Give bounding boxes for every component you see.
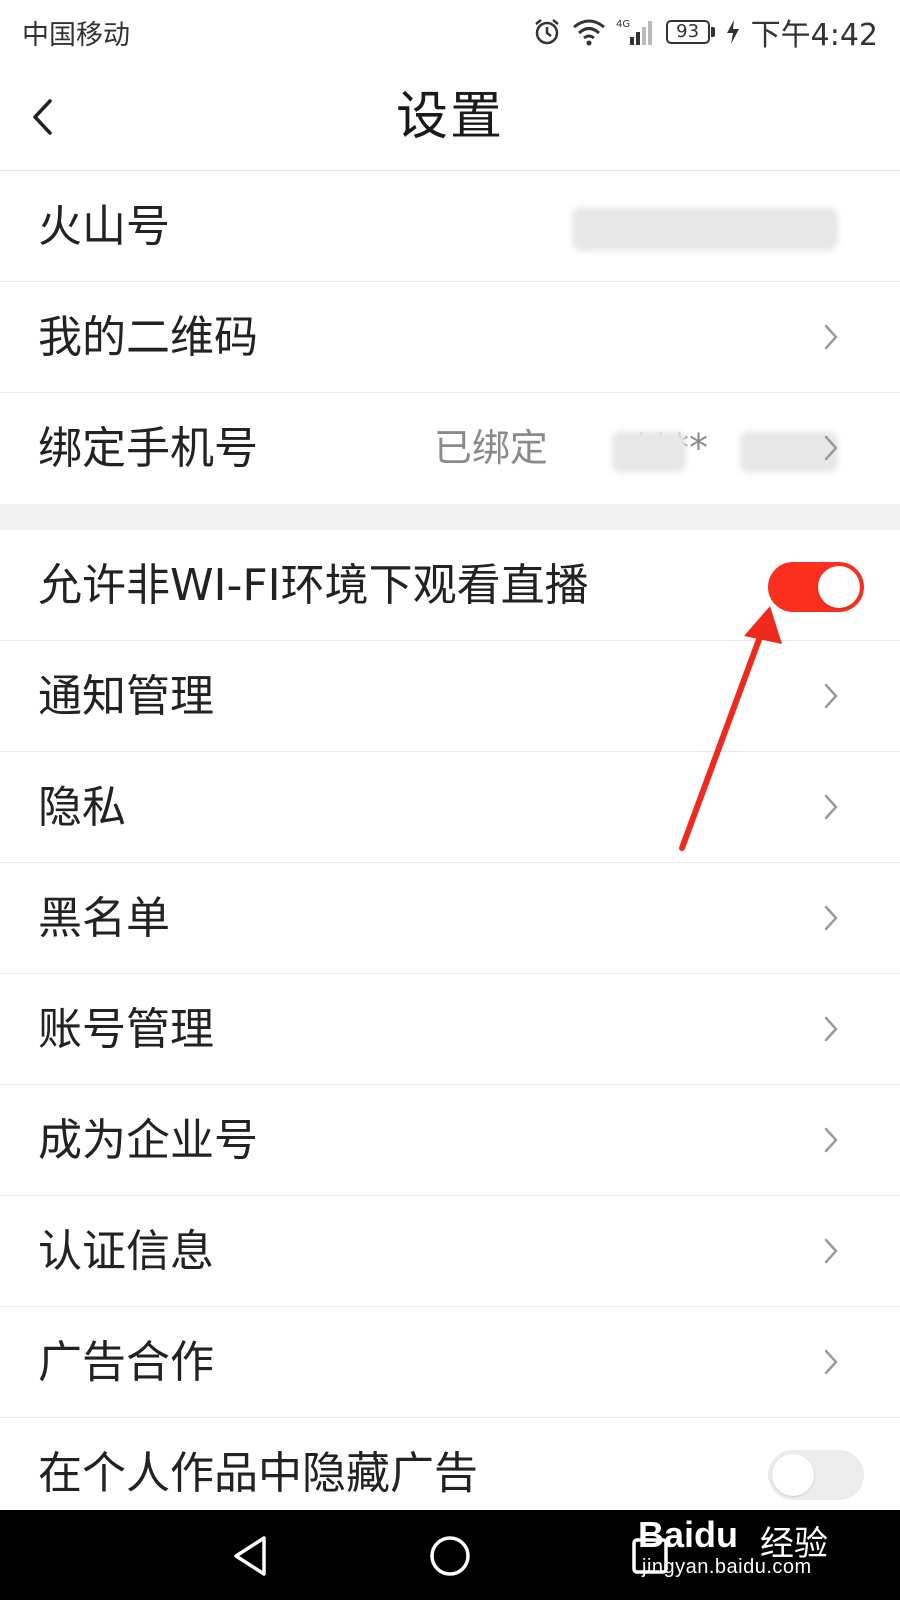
hide-ads-toggle[interactable] xyxy=(768,1450,864,1500)
triangle-back-icon xyxy=(234,1536,266,1576)
settings-row-blacklist[interactable]: 黑名单 xyxy=(0,863,900,974)
cellular-live-toggle[interactable] xyxy=(768,562,864,612)
settings-row-bind-phone[interactable]: 绑定手机号 已绑定 **** xyxy=(0,393,900,504)
page-title: 设置 xyxy=(395,87,504,147)
row-label: 允许非WI-FI环境下观看直播 xyxy=(38,560,589,611)
blurred-account-id xyxy=(572,207,838,251)
chevron-right-icon xyxy=(824,905,838,931)
circle-home-icon xyxy=(430,1536,470,1576)
settings-list: 火山号 我的二维码 绑定手机号 已绑定 **** 允许非WI-FI环境下观看直播… xyxy=(0,171,900,1529)
battery-indicator: 93 xyxy=(665,20,715,44)
nav-home-button[interactable] xyxy=(426,1532,474,1580)
row-label: 黑名单 xyxy=(38,893,170,944)
alarm-icon xyxy=(532,17,562,47)
bound-status: 已绑定 xyxy=(433,426,560,470)
row-label: 隐私 xyxy=(38,782,126,833)
watermark-url: jingyan.baidu.com xyxy=(642,1556,812,1578)
row-label: 账号管理 xyxy=(38,1004,214,1055)
blurred-phone-prefix xyxy=(612,431,686,473)
settings-row-ad-partnership[interactable]: 广告合作 xyxy=(0,1307,900,1418)
chevron-right-icon xyxy=(824,794,838,820)
row-label: 火山号 xyxy=(38,201,170,252)
settings-row-enterprise[interactable]: 成为企业号 xyxy=(0,1085,900,1196)
row-label: 绑定手机号 xyxy=(38,423,258,474)
chevron-right-icon xyxy=(824,1349,838,1375)
settings-row-verification[interactable]: 认证信息 xyxy=(0,1196,900,1307)
nav-back-button[interactable] xyxy=(226,1532,274,1580)
baidu-jingyan-watermark: Baidu 经验 jingyan.baidu.com xyxy=(638,1512,838,1582)
chevron-right-icon xyxy=(824,435,838,461)
chevron-right-icon xyxy=(824,683,838,709)
row-label: 认证信息 xyxy=(38,1226,214,1277)
header: 设置 xyxy=(0,64,900,171)
watermark-brand: Baidu xyxy=(638,1514,739,1555)
network-type-label: 4G xyxy=(616,19,630,30)
settings-row-cellular-live: 允许非WI-FI环境下观看直播 xyxy=(0,530,900,641)
status-icons: 4G 93 下午4:42 xyxy=(532,10,878,54)
settings-row-account-id[interactable]: 火山号 xyxy=(0,171,900,282)
row-label: 广告合作 xyxy=(38,1337,214,1388)
chevron-right-icon xyxy=(824,1016,838,1042)
status-time: 下午4:42 xyxy=(750,18,878,53)
chevron-right-icon xyxy=(824,324,838,350)
settings-row-notifications[interactable]: 通知管理 xyxy=(0,641,900,752)
toggle-knob xyxy=(772,1454,814,1496)
cellular-signal-icon: 4G xyxy=(616,17,656,47)
battery-level: 93 xyxy=(665,20,710,44)
row-label: 通知管理 xyxy=(38,671,214,722)
chevron-right-icon xyxy=(824,1238,838,1264)
charging-icon xyxy=(725,19,741,45)
wifi-icon xyxy=(572,18,606,46)
settings-row-qr-code[interactable]: 我的二维码 xyxy=(0,282,900,393)
row-label: 成为企业号 xyxy=(38,1115,258,1166)
status-bar: 中国移动 4G 93 下午4:42 xyxy=(0,0,900,64)
row-label: 我的二维码 xyxy=(38,312,258,363)
carrier-name: 中国移动 xyxy=(22,19,130,51)
settings-row-account-management[interactable]: 账号管理 xyxy=(0,974,900,1085)
chevron-right-icon xyxy=(824,1127,838,1153)
settings-row-privacy[interactable]: 隐私 xyxy=(0,752,900,863)
toggle-knob xyxy=(818,566,860,608)
section-divider xyxy=(0,504,900,530)
